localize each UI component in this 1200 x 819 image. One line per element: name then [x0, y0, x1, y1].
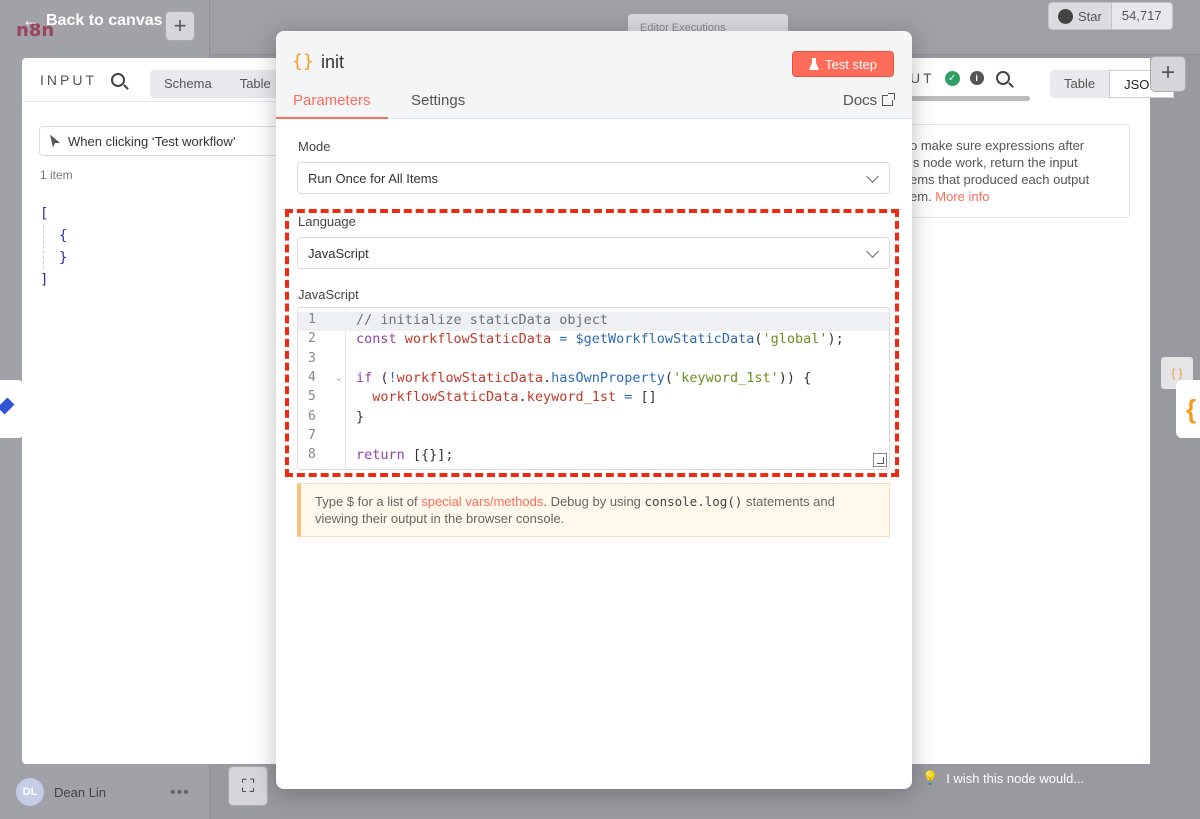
left-drag-handle[interactable]	[0, 380, 24, 438]
language-select[interactable]: JavaScript	[297, 237, 890, 269]
input-node-label: When clicking ‘Test workflow’	[68, 133, 236, 149]
console-log-code: console.log()	[644, 494, 743, 509]
code-line: 3	[308, 350, 316, 366]
json-view: [ { } ]	[40, 203, 67, 291]
tab-parameters[interactable]: Parameters	[276, 92, 388, 119]
code-line: 4 ⌄ if (!workflowStaticData.hasOwnProperty…	[308, 369, 812, 386]
avatar: DL	[16, 778, 44, 806]
output-panel: UT ✓ i Table JSON o make sure expression…	[910, 58, 1174, 764]
code-line: 6}	[308, 408, 365, 425]
user-menu[interactable]: DL Dean Lin	[16, 778, 106, 806]
mode-label: Mode	[298, 139, 331, 154]
code-line: 7	[308, 427, 316, 443]
output-panel-title: UT	[910, 70, 935, 86]
search-icon[interactable]	[111, 72, 125, 87]
code-label: JavaScript	[298, 287, 359, 302]
hint-text: Type $ for a list of	[315, 494, 422, 509]
docs-link[interactable]: Docs	[843, 92, 896, 109]
chevron-down-icon	[866, 245, 879, 258]
back-to-canvas-link[interactable]: ← Back to canvas	[22, 10, 163, 31]
language-value: JavaScript	[308, 246, 369, 261]
chevron-down-icon	[866, 170, 879, 183]
node-details-modal: {} init Test step Parameters Settings Do…	[276, 31, 912, 789]
github-icon	[1058, 8, 1073, 24]
user-name: Dean Lin	[54, 784, 107, 800]
lightbulb-icon: 💡	[922, 770, 939, 785]
github-star-button[interactable]: Star 54,717	[1048, 2, 1173, 30]
json-line: {	[59, 228, 68, 244]
code-line: 1// initialize staticData object	[298, 312, 889, 332]
code-line: 5 workflowStaticData.keyword_1st = []	[308, 389, 657, 406]
back-label: Back to canvas	[46, 11, 163, 29]
docs-label: Docs	[843, 92, 878, 109]
input-panel-title: INPUT	[40, 71, 97, 88]
right-drag-handle[interactable]: {	[1176, 380, 1200, 438]
tab-table[interactable]: Table	[1050, 70, 1109, 98]
json-line: ]	[40, 272, 49, 288]
special-vars-link[interactable]: special vars/methods	[421, 494, 543, 509]
code-editor[interactable]: 1// initialize staticData object 2 const …	[297, 307, 890, 470]
cursor-icon	[50, 134, 60, 148]
test-step-label: Test step	[824, 56, 878, 72]
user-more-button[interactable]: •••	[170, 784, 190, 802]
code-line: 8 return [{}];	[308, 447, 454, 464]
mode-value: Run Once for All Items	[308, 171, 439, 186]
code-hint-notice: Type $ for a list of special vars/method…	[297, 483, 890, 537]
expand-editor-icon[interactable]	[873, 453, 887, 467]
item-count: 1 item	[40, 168, 73, 182]
horizontal-scrollbar[interactable]	[910, 96, 1030, 101]
star-count: 54,717	[1111, 2, 1173, 30]
add-node-button-right[interactable]: +	[1150, 56, 1186, 92]
arrow-left-icon: ←	[22, 10, 40, 30]
language-label: Language	[298, 214, 356, 229]
info-icon[interactable]: i	[969, 71, 984, 85]
pen-icon	[0, 397, 15, 415]
zoom-to-fit-button[interactable]: ⛶	[228, 766, 268, 806]
test-step-button[interactable]: Test step	[792, 51, 894, 77]
modal-header: {} init Test step Parameters Settings Do…	[276, 31, 912, 119]
add-node-button[interactable]: +	[165, 11, 195, 41]
star-label: Star	[1078, 8, 1102, 24]
code-node-icon: {}	[292, 51, 314, 72]
input-panel: INPUT Schema Table When clicking ‘Test w…	[22, 58, 285, 764]
tab-schema[interactable]: Schema	[150, 70, 226, 98]
fold-icon[interactable]: ⌄	[336, 373, 341, 383]
tab-settings[interactable]: Settings	[411, 92, 465, 119]
node-name[interactable]: init	[321, 52, 344, 73]
feedback-link[interactable]: 💡 I wish this node would...	[922, 770, 1084, 786]
success-check-icon: ✓	[944, 70, 960, 86]
search-icon[interactable]	[995, 71, 1010, 85]
input-node-select[interactable]: When clicking ‘Test workflow’	[39, 126, 279, 156]
json-line: }	[59, 250, 68, 266]
input-view-switch: Schema Table	[150, 70, 285, 98]
flask-icon	[808, 58, 819, 70]
feedback-label: I wish this node would...	[946, 770, 1085, 786]
more-info-link[interactable]: More info	[935, 189, 989, 204]
hint-text: . Debug by using	[543, 494, 645, 509]
json-line: [	[40, 206, 49, 222]
external-link-icon	[882, 93, 896, 106]
output-info-note: o make sure expressions after is node wo…	[910, 124, 1130, 218]
mode-select[interactable]: Run Once for All Items	[297, 162, 890, 194]
code-line: 2 const workflowStaticData = $getWorkflow…	[308, 331, 844, 348]
